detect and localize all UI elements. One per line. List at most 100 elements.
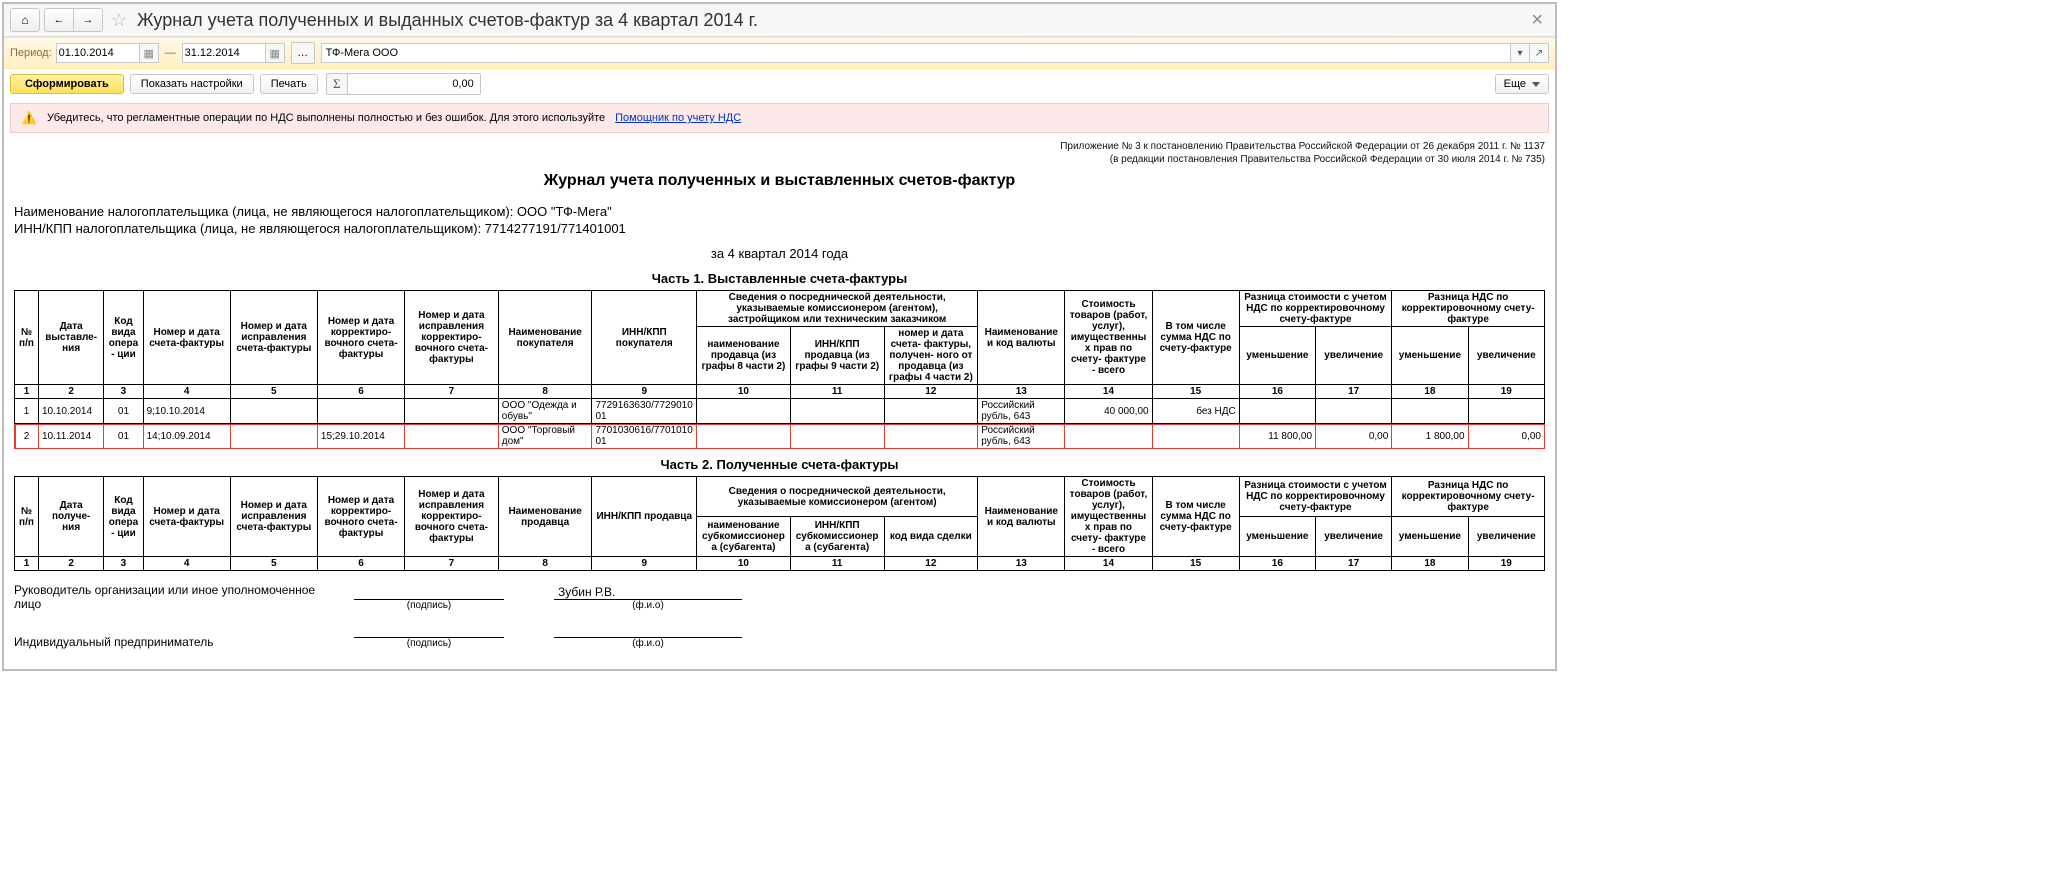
h-posr-b: ИНН/КПП продавца (из графы 9 части 2): [790, 327, 884, 385]
cell: 2: [15, 424, 39, 449]
sig-under-fio: (ф.и.о): [632, 638, 664, 649]
cell: 1 800,00: [1392, 424, 1468, 449]
cell: 14;10.09.2014: [143, 424, 230, 449]
cell: Российский рубль, 643: [978, 399, 1065, 424]
cell: 0,00: [1468, 424, 1544, 449]
cell: Российский рубль, 643: [978, 424, 1065, 449]
more-button[interactable]: Еще: [1495, 74, 1549, 94]
calendar-icon[interactable]: ▦: [266, 43, 285, 63]
cell: [230, 399, 317, 424]
cell: [1316, 399, 1392, 424]
report-area: Приложение № 3 к постановлению Правитель…: [4, 137, 1555, 669]
cell: без НДС: [1152, 399, 1239, 424]
cell: 11 800,00: [1239, 424, 1315, 449]
table-row[interactable]: 210.11.20140114;10.09.201415;29.10.2014О…: [15, 424, 1545, 449]
period-label: Период:: [10, 47, 52, 59]
h-dec2: уменьшение: [1392, 327, 1468, 385]
cell: [1065, 424, 1152, 449]
sum-value[interactable]: 0,00: [348, 73, 481, 95]
cell: [884, 424, 978, 449]
cell: 10.11.2014: [38, 424, 103, 449]
cell: 1: [15, 399, 39, 424]
close-button[interactable]: ×: [1525, 9, 1549, 32]
org-input-controls: ▾ ↗: [1511, 43, 1549, 63]
cell: [405, 399, 499, 424]
cell: 9;10.10.2014: [143, 399, 230, 424]
cell: [790, 424, 884, 449]
show-settings-button[interactable]: Показать настройки: [130, 74, 254, 94]
h-posr: Сведения о посреднической деятельности, …: [697, 291, 978, 327]
cell: 01: [104, 424, 143, 449]
cell: [405, 424, 499, 449]
sig-under-fio: (ф.и.о): [632, 600, 664, 611]
cell: [697, 424, 791, 449]
h-cost: Стоимость товаров (работ, услуг), имущес…: [1065, 291, 1152, 385]
h-innkpp: ИНН/КПП покупателя: [592, 291, 697, 385]
h-inc2: увеличение: [1468, 327, 1544, 385]
cell: 10.10.2014: [38, 399, 103, 424]
taxpayer-inn: ИНН/КПП налогоплательщика (лица, не явля…: [14, 221, 1545, 236]
print-button[interactable]: Печать: [260, 74, 318, 94]
sig-line: [354, 626, 504, 638]
h-inc1: увеличение: [1316, 327, 1392, 385]
period-select-button[interactable]: …: [291, 42, 315, 64]
more-label: Еще: [1504, 78, 1526, 90]
date-to-input[interactable]: 31.12.2014: [182, 43, 266, 63]
table-row[interactable]: 110.10.2014019;10.10.2014ООО "Одежда и о…: [15, 399, 1545, 424]
date-from-input[interactable]: 01.10.2014: [56, 43, 140, 63]
cell: [1239, 399, 1315, 424]
h-posr-a: наименование продавца (из графы 8 части …: [697, 327, 791, 385]
sigma-icon[interactable]: Σ: [326, 73, 348, 95]
star-icon[interactable]: ☆: [107, 9, 131, 31]
note-link[interactable]: Помощник по учету НДС: [615, 112, 741, 124]
h-numdate: Номер и дата счета-фактуры: [143, 291, 230, 385]
form-button[interactable]: Сформировать: [10, 74, 124, 94]
h-isprkorr: Номер и дата исправления корректиро- воч…: [405, 291, 499, 385]
page-title: Журнал учета полученных и выданных счето…: [137, 10, 1525, 31]
back-button[interactable]: ←: [45, 9, 73, 31]
titlebar: ⌂ ← → ☆ Журнал учета полученных и выданн…: [4, 4, 1555, 37]
sig-under: (подпись): [407, 600, 451, 611]
dropdown-icon[interactable]: ▾: [1511, 43, 1530, 63]
sig-head-label: Руководитель организации или иное уполно…: [14, 583, 344, 611]
warning-icon: ⚠️: [21, 110, 37, 126]
home-button[interactable]: ⌂: [10, 8, 40, 32]
sum-box: Σ 0,00: [326, 73, 481, 95]
calendar-icon[interactable]: ▦: [140, 43, 159, 63]
cell: [884, 399, 978, 424]
signature-head: Руководитель организации или иное уполно…: [14, 583, 1545, 611]
sig-ip-label: Индивидуальный предприниматель: [14, 635, 344, 649]
reg-line-1: Приложение № 3 к постановлению Правитель…: [14, 141, 1545, 154]
cell: ООО "Торговый дом": [498, 424, 592, 449]
signature-ip: Индивидуальный предприниматель (подпись)…: [14, 623, 1545, 649]
sig-ip-name: [554, 623, 742, 638]
col-number-row: 12345678910111213141516171819: [15, 385, 1545, 399]
cell: [1392, 399, 1468, 424]
h-korr: Номер и дата корректиро- вочного счета-ф…: [317, 291, 404, 385]
part1-title: Часть 1. Выставленные счета-фактуры: [14, 271, 1545, 286]
note-text: Убедитесь, что регламентные операции по …: [47, 112, 605, 124]
h-buyer: Наименование покупателя: [498, 291, 592, 385]
forward-button[interactable]: →: [73, 9, 102, 31]
chevron-down-icon: [1532, 82, 1540, 87]
cell: 01: [104, 399, 143, 424]
taxpayer-name: Наименование налогоплательщика (лица, не…: [14, 204, 1545, 219]
h-n: № п/п: [15, 291, 39, 385]
cell: 7701030616/770101001: [592, 424, 697, 449]
part2-title: Часть 2. Полученные счета-фактуры: [14, 457, 1545, 472]
open-icon[interactable]: ↗: [1530, 43, 1549, 63]
period-line: за 4 квартал 2014 года: [14, 246, 1545, 261]
organization-input[interactable]: ТФ-Мега ООО: [321, 43, 1511, 63]
h-diffnds: Разница НДС по корректировочному счету-ф…: [1392, 291, 1545, 327]
cell: [230, 424, 317, 449]
toolbar: Сформировать Показать настройки Печать Σ…: [4, 69, 1555, 99]
cell: 7729163630/772901001: [592, 399, 697, 424]
cell: 40 000,00: [1065, 399, 1152, 424]
warning-note: ⚠️ Убедитесь, что регламентные операции …: [10, 103, 1549, 133]
dash: —: [165, 47, 176, 59]
period-bar: Период: 01.10.2014 ▦ — 31.12.2014 ▦ … ТФ…: [4, 37, 1555, 69]
h-dec1: уменьшение: [1239, 327, 1315, 385]
h-date: Дата выставле- ния: [38, 291, 103, 385]
cell: [790, 399, 884, 424]
part1-table: № п/п Дата выставле- ния Код вида опера-…: [14, 290, 1545, 449]
